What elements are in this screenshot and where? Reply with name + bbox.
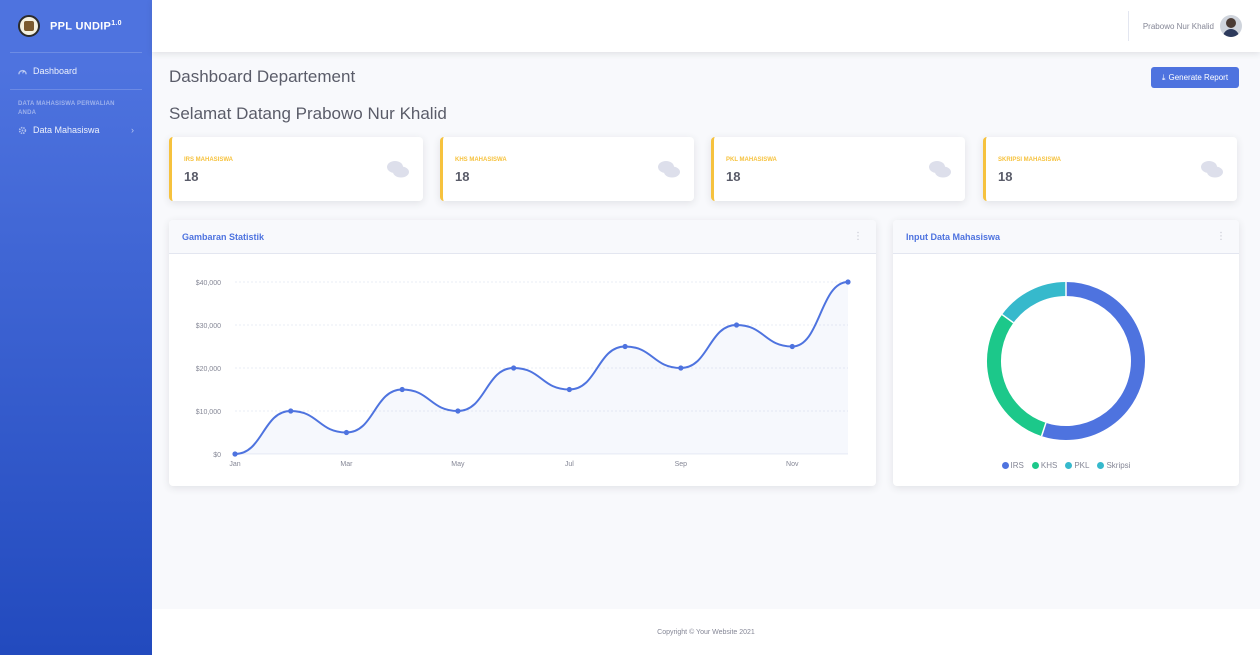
x-tick-label: Jan (229, 461, 240, 468)
kebab-menu-icon[interactable]: ⋮ (1216, 231, 1226, 242)
sidebar-item-label: Data Mahasiswa (33, 125, 100, 135)
data-point (399, 386, 405, 393)
stat-value: 18 (726, 169, 741, 184)
area-chart: $0 $10,000 $20,000 $30,000 $40,000 Jan Mar May J… (196, 279, 851, 468)
brand[interactable]: PPL UNDIP1.0 (0, 0, 152, 52)
stat-card-khs: KHS MAHASISWA 18 (440, 137, 694, 201)
chart-legend: IRS KHS PKL Skripsi (893, 461, 1239, 470)
legend-swatch (1097, 462, 1105, 469)
brand-name: PPL UNDIP1.0 (50, 19, 122, 33)
x-tick-label: Nov (786, 461, 799, 468)
legend-item-skripsi[interactable]: Skripsi (1097, 461, 1130, 470)
x-tick-label: May (451, 461, 465, 468)
avatar[interactable] (1220, 15, 1242, 37)
footer: Copyright © Your Website 2021 (152, 609, 1260, 655)
kebab-menu-icon[interactable]: ⋮ (853, 231, 863, 242)
legend-label: KHS (1040, 461, 1058, 470)
data-point (232, 451, 238, 457)
stat-value: 18 (998, 169, 1013, 184)
copyright-text: Copyright © Your Website 2021 (657, 628, 755, 636)
gear-icon (18, 126, 27, 135)
page-title: Dashboard Departement (169, 67, 356, 86)
stat-label: SKRIPSI MAHASISWA (998, 157, 1062, 163)
stat-label: KHS MAHASISWA (455, 157, 507, 163)
user-name[interactable]: Prabowo Nur Khalid (1143, 22, 1214, 31)
chevron-right-icon: › (131, 125, 134, 135)
panel-header: Input Data Mahasiswa ⋮ (893, 220, 1239, 254)
generate-report-label: Generate Report (1168, 73, 1229, 82)
download-icon: ⤓ (1161, 72, 1166, 82)
legend-label: IRS (1010, 461, 1024, 470)
stat-card-irs: IRS MAHASISWA 18 (169, 137, 423, 201)
donut-chart (987, 282, 1145, 440)
donut-chart-panel: Input Data Mahasiswa ⋮ IRS KHS PKL Skripsi (893, 220, 1239, 486)
y-tick-label: $0 (213, 452, 221, 459)
data-point (288, 408, 294, 414)
sidebar-item-dashboard[interactable]: Dashboard (0, 53, 152, 89)
generate-report-button[interactable]: ⤓ Generate Report (1151, 67, 1239, 88)
sidebar: PPL UNDIP1.0 Dashboard DATA MAHASISWA PE… (0, 0, 152, 655)
sidebar-item-label: Dashboard (33, 66, 78, 76)
x-tick-label: Mar (340, 461, 353, 468)
stat-value: 18 (455, 169, 470, 184)
comments-icon (1201, 161, 1223, 178)
stat-value: 18 (184, 169, 199, 184)
stat-label: PKL MAHASISWA (726, 157, 777, 163)
y-tick-label: $40,000 (196, 280, 221, 287)
area-chart-panel: Gambaran Statistik ⋮ $0 $10,000 $20,000 $30… (169, 220, 876, 486)
legend-item-khs[interactable]: KHS (1031, 461, 1058, 470)
donut-slice-khs (987, 314, 1047, 437)
undip-logo-icon (18, 15, 40, 37)
welcome-message: Selamat Datang Prabowo Nur Khalid (169, 104, 447, 123)
legend-swatch (1001, 462, 1009, 469)
legend-label: Skripsi (1106, 461, 1131, 470)
legend-item-irs[interactable]: IRS (1001, 461, 1024, 470)
x-tick-label: Jul (565, 461, 574, 468)
stat-card-skripsi: SKRIPSI MAHASISWA 18 (983, 137, 1237, 201)
donut-slice-irs (1041, 282, 1145, 440)
topbar: Prabowo Nur Khalid (152, 0, 1260, 52)
panel-title: Input Data Mahasiswa (906, 231, 1001, 242)
y-tick-label: $20,000 (196, 366, 221, 373)
y-tick-label: $10,000 (196, 409, 221, 416)
comments-icon (387, 161, 409, 178)
panel-header: Gambaran Statistik ⋮ (169, 220, 876, 254)
data-point (566, 386, 572, 393)
data-point (455, 408, 461, 414)
data-point (733, 322, 740, 328)
data-point (789, 343, 795, 350)
legend-label: PKL (1074, 461, 1090, 470)
donut-slice-skripsi (1002, 282, 1067, 324)
topbar-divider (1127, 11, 1129, 41)
y-tick-label: $30,000 (196, 323, 221, 330)
comments-icon (929, 161, 951, 178)
stat-label: IRS MAHASISWA (184, 157, 234, 163)
legend-swatch (1031, 462, 1039, 469)
data-point (622, 343, 628, 350)
legend-item-pkl[interactable]: PKL (1065, 461, 1089, 470)
panel-title: Gambaran Statistik (182, 231, 265, 242)
legend-swatch (1065, 462, 1073, 469)
data-point (343, 429, 350, 436)
data-point (678, 365, 684, 371)
stat-card-pkl: PKL MAHASISWA 18 (711, 137, 965, 201)
x-tick-label: Sep (675, 461, 688, 468)
comments-icon (658, 161, 680, 178)
data-point (511, 365, 517, 371)
data-point (845, 279, 851, 285)
tachometer-icon (18, 67, 27, 76)
